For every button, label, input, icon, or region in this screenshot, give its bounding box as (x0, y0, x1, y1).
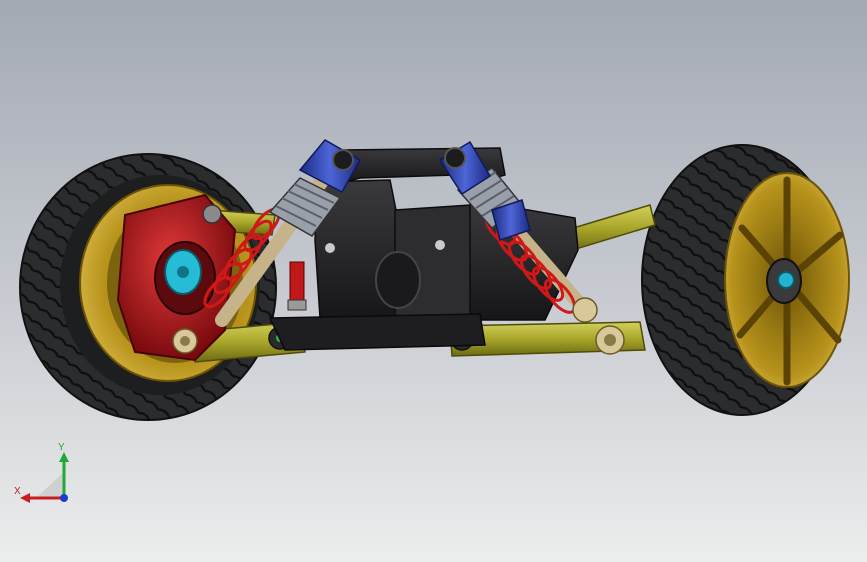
triad-y-arrow (59, 452, 69, 462)
right-shock-mount-bolt (444, 147, 466, 169)
right-wheel[interactable] (641, 144, 850, 416)
left-shock-mount-bolt (332, 149, 354, 171)
right-hub-cap (777, 271, 795, 289)
triad-y-label: Y (58, 442, 65, 453)
suspension-model[interactable] (0, 0, 867, 562)
triad-plane (36, 472, 64, 498)
chassis-bottom-plate (268, 313, 486, 351)
triad-x-arrow (20, 493, 30, 503)
3d-viewport[interactable]: X Y (0, 0, 867, 562)
triad-x-label: X (14, 486, 21, 497)
chassis-left-bore (375, 251, 421, 309)
axis-triad: X Y (14, 442, 69, 503)
triad-z-axis (60, 494, 68, 502)
steering-link[interactable] (287, 261, 307, 311)
